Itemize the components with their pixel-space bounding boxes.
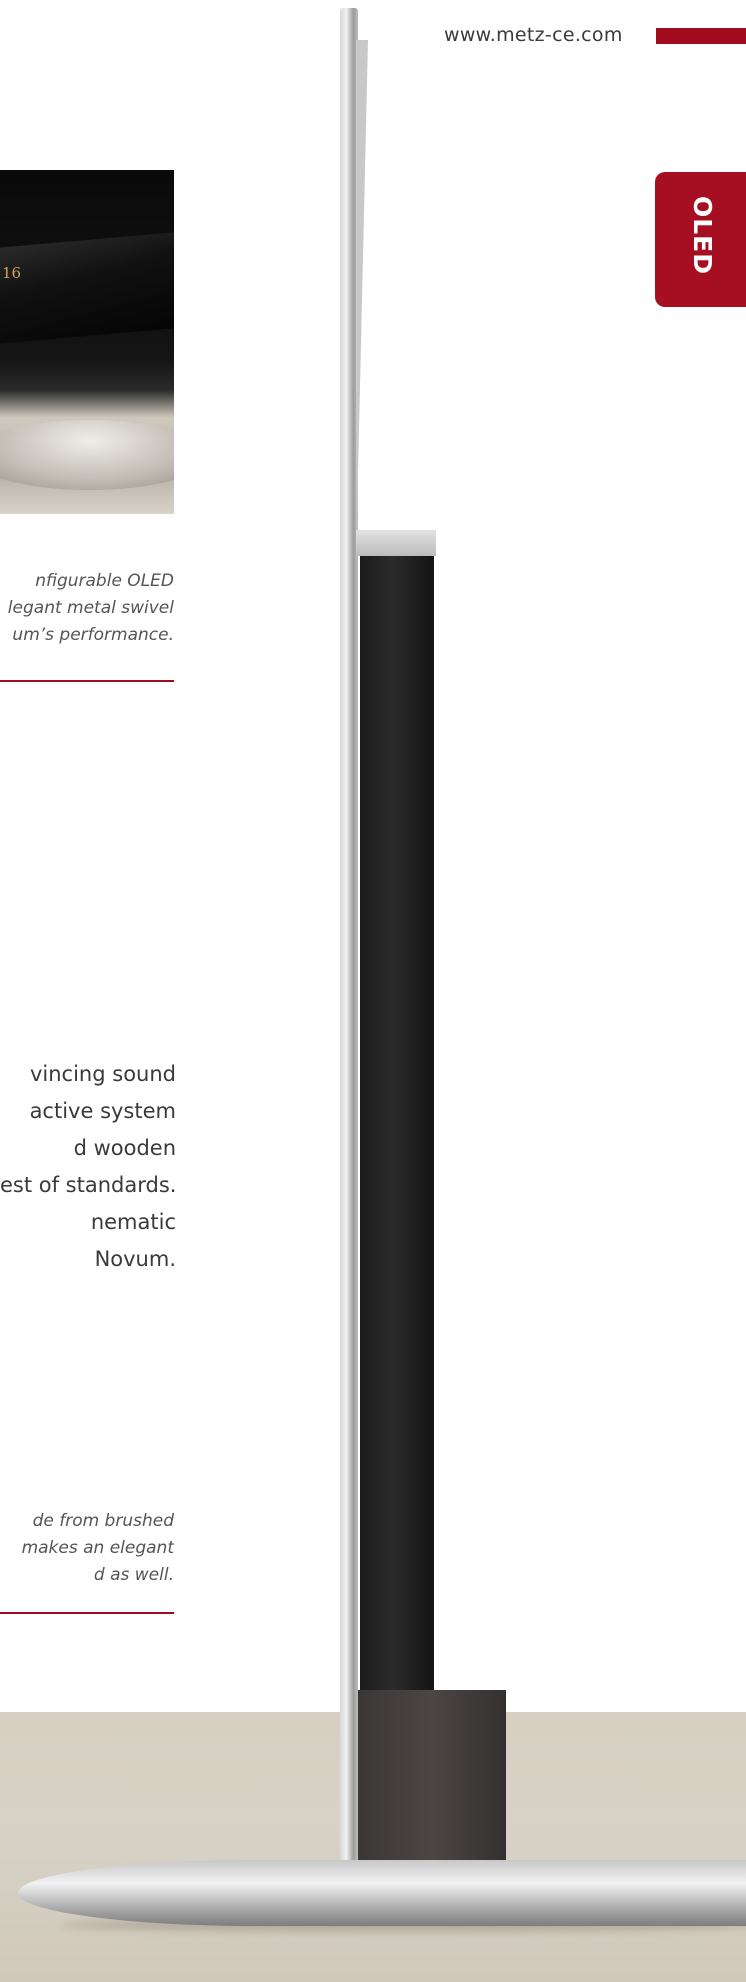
stand-base — [18, 1860, 746, 1926]
stand-caption: de from brushed makes an elegant d as we… — [0, 1508, 174, 1589]
section-tab-label: OLED — [688, 196, 717, 276]
caption-line: um’s performance. — [12, 625, 174, 645]
body-line: nematic — [90, 1210, 176, 1234]
website-url[interactable]: www.metz-ce.com — [444, 24, 623, 46]
photo-stand-base — [0, 420, 174, 490]
tv-rear-housing — [360, 556, 434, 1696]
body-line: active system — [29, 1099, 176, 1123]
header-accent-bar — [656, 28, 746, 44]
tv-housing-lip — [356, 530, 436, 556]
caption-divider — [0, 1612, 174, 1614]
body-paragraph: vincing sound active system d wooden est… — [0, 1056, 176, 1278]
photo-caption: nfigurable OLED legant metal swivel um’s… — [0, 568, 174, 649]
body-line: vincing sound — [29, 1062, 176, 1086]
caption-divider — [0, 680, 174, 682]
body-line: d wooden — [73, 1136, 176, 1160]
body-line: est of standards. — [0, 1173, 176, 1197]
photo-readout: 16 — [2, 264, 22, 282]
body-line: Novum. — [94, 1247, 176, 1271]
product-photo: 16 — [0, 170, 174, 514]
caption-line: makes an elegant — [21, 1538, 174, 1558]
tv-panel-taper — [356, 40, 368, 560]
caption-line: legant metal swivel — [7, 598, 174, 618]
caption-line: nfigurable OLED — [35, 571, 174, 591]
photo-tv-screen — [0, 232, 174, 344]
caption-line: de from brushed — [32, 1511, 174, 1531]
caption-line: d as well. — [93, 1565, 174, 1585]
